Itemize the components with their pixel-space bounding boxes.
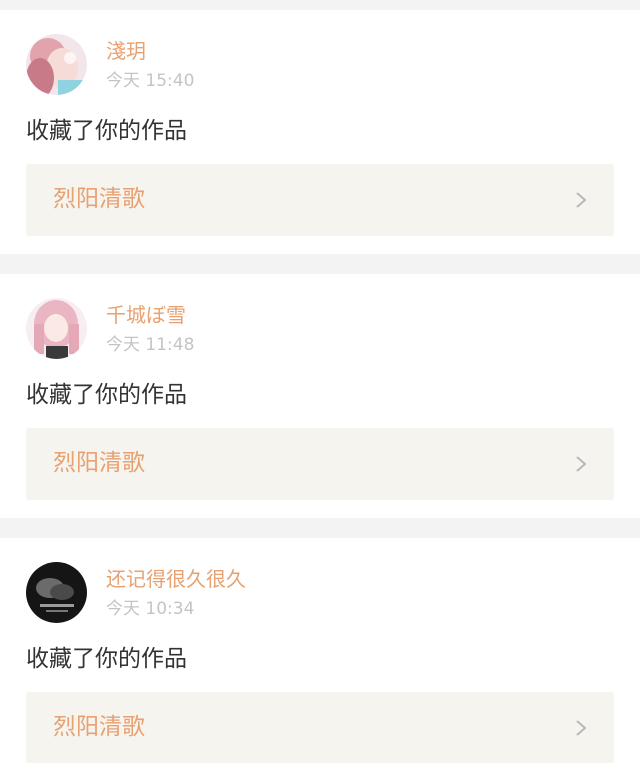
chevron-right-icon [576,456,587,472]
username[interactable]: 千城ぼ雪 [106,302,186,328]
work-title: 烈阳清歌 [53,450,145,476]
notification-card: 淺玥 今天 15:40 收藏了你的作品 烈阳清歌 [0,10,640,254]
timestamp: 今天 11:48 [106,335,195,355]
user-avatar[interactable] [26,34,87,95]
action-text: 收藏了你的作品 [26,118,187,144]
chevron-right-icon [576,720,587,736]
avatar-dark-photo-icon [26,562,87,623]
timestamp: 今天 15:40 [106,71,195,91]
work-link[interactable]: 烈阳清歌 [26,164,614,236]
work-link[interactable]: 烈阳清歌 [26,692,614,763]
user-avatar[interactable] [26,562,87,623]
notification-feed: 淺玥 今天 15:40 收藏了你的作品 烈阳清歌 千城ぼ雪 今天 11:48 收… [0,0,640,763]
action-text: 收藏了你的作品 [26,646,187,672]
username[interactable]: 淺玥 [106,38,146,64]
action-text: 收藏了你的作品 [26,382,187,408]
timestamp: 今天 10:34 [106,599,195,619]
work-link[interactable]: 烈阳清歌 [26,428,614,500]
user-avatar[interactable] [26,298,87,359]
notification-card: 千城ぼ雪 今天 11:48 收藏了你的作品 烈阳清歌 [0,274,640,518]
notification-card: 还记得很久很久 今天 10:34 收藏了你的作品 烈阳清歌 [0,538,640,763]
avatar-pink-haired-girl-icon [26,34,87,95]
chevron-right-icon [576,192,587,208]
work-title: 烈阳清歌 [53,186,145,212]
avatar-anime-girl-pink-icon [26,298,87,359]
username[interactable]: 还记得很久很久 [106,566,246,592]
work-title: 烈阳清歌 [53,714,145,740]
